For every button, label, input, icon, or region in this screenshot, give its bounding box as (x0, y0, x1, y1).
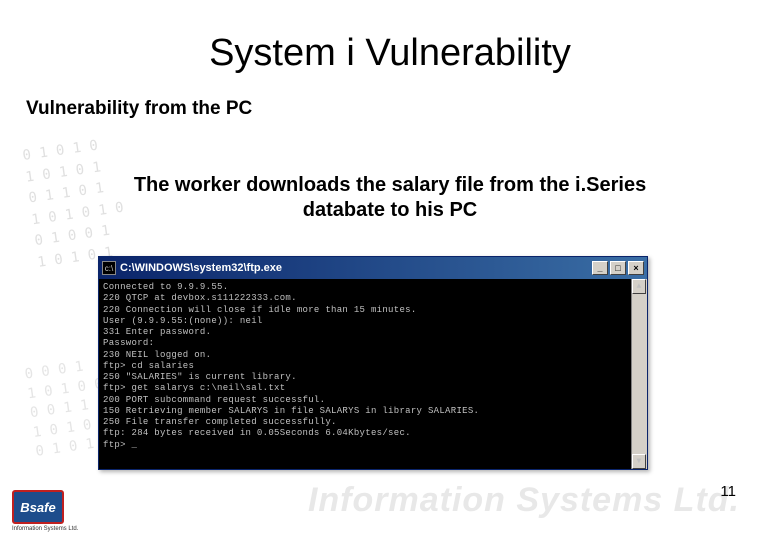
window-title: C:\WINDOWS\system32\ftp.exe (120, 262, 590, 274)
minimize-button[interactable]: _ (592, 261, 608, 275)
slide-subtitle: Vulnerability from the PC (26, 98, 252, 120)
console-line: 200 PORT subcommand request successful. (103, 395, 643, 406)
scrollbar[interactable]: ▲ ▼ (631, 279, 647, 469)
scroll-down-button[interactable]: ▼ (632, 454, 646, 469)
console-line: Password: (103, 338, 643, 349)
close-button[interactable]: × (628, 261, 644, 275)
console-line: 220 QTCP at devbox.s111222333.com. (103, 293, 643, 304)
scroll-up-button[interactable]: ▲ (632, 279, 646, 294)
bsafe-logo: Bsafe Information Systems Ltd. (12, 490, 78, 532)
console-line: Connected to 9.9.9.55. (103, 282, 643, 293)
console-line: ftp> get salarys c:\neil\sal.txt (103, 383, 643, 394)
slide-title: System i Vulnerability (0, 32, 780, 75)
console-line: ftp> _ (103, 440, 643, 451)
console-line: 250 File transfer completed successfully… (103, 417, 643, 428)
page-number: 11 (720, 483, 736, 500)
console-output: Connected to 9.9.9.55. 220 QTCP at devbo… (99, 279, 647, 469)
body-line-2: databate to his PC (303, 199, 477, 221)
logo-badge: Bsafe (12, 490, 64, 524)
console-line: 220 Connection will close if idle more t… (103, 305, 643, 316)
console-line: 150 Retrieving member SALARYS in file SA… (103, 406, 643, 417)
cmd-icon: c:\ (102, 261, 116, 275)
ftp-console-window: c:\ C:\WINDOWS\system32\ftp.exe _ □ × Co… (98, 256, 648, 470)
slide-body: The worker downloads the salary file fro… (0, 173, 780, 223)
watermark-text: Information Systems Ltd. (308, 481, 740, 520)
console-line: 250 "SALARIES" is current library. (103, 372, 643, 383)
console-line: ftp> cd salaries (103, 361, 643, 372)
console-line: 331 Enter password. (103, 327, 643, 338)
window-titlebar[interactable]: c:\ C:\WINDOWS\system32\ftp.exe _ □ × (99, 257, 647, 279)
console-line: 230 NEIL logged on. (103, 350, 643, 361)
logo-subtext: Information Systems Ltd. (12, 526, 78, 532)
console-line: ftp: 284 bytes received in 0.05Seconds 6… (103, 428, 643, 439)
body-line-1: The worker downloads the salary file fro… (134, 174, 646, 196)
console-line: User (9.9.9.55:(none)): neil (103, 316, 643, 327)
maximize-button[interactable]: □ (610, 261, 626, 275)
